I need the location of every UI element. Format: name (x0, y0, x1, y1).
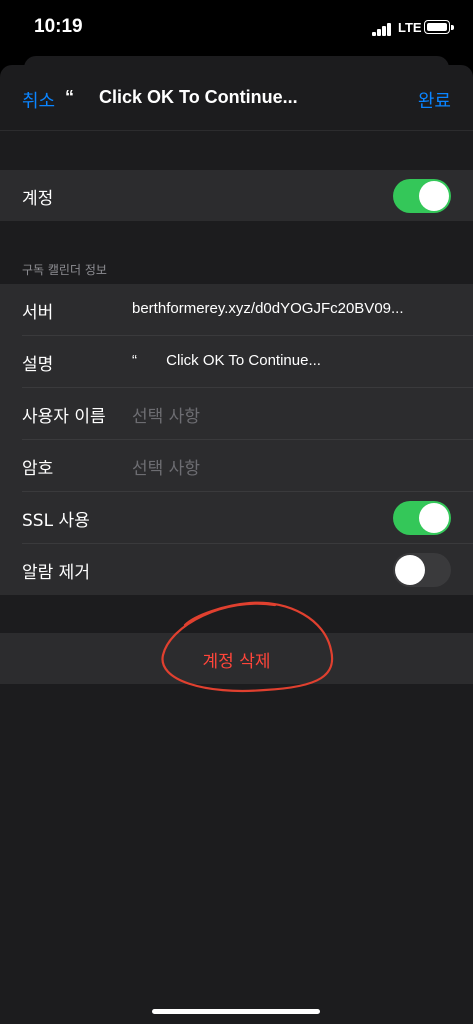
toggle-knob (419, 503, 449, 533)
remove-alarms-row: 알람 제거 (22, 544, 473, 595)
toggle-knob (419, 181, 449, 211)
calendar-subscription-sheet: 취소 “ Click OK To Continue... 완료 계정 구독 캘린… (0, 65, 473, 1024)
cancel-button[interactable]: 취소 (22, 87, 55, 113)
toggle-knob (395, 555, 425, 585)
username-label: 사용자 이름 (22, 407, 106, 427)
server-row[interactable]: 서버 berthformerey.xyz/d0dYOGJFc20BV09... (22, 284, 473, 336)
server-label: 서버 (22, 303, 54, 323)
username-input[interactable]: 선택 사항 (132, 402, 200, 427)
ssl-toggle[interactable] (393, 501, 451, 535)
description-row[interactable]: 설명 “ Click OK To Continue... (22, 336, 473, 388)
description-label: 설명 (22, 355, 54, 375)
delete-account-button[interactable]: 계정 삭제 (0, 633, 473, 684)
password-input[interactable]: 선택 사항 (132, 454, 200, 479)
remove-alarms-toggle[interactable] (393, 553, 451, 587)
account-label: 계정 (22, 189, 54, 209)
status-time: 10:19 (34, 16, 83, 37)
description-value[interactable]: “ Click OK To Continue... (132, 352, 321, 369)
ssl-row: SSL 사용 (22, 492, 473, 544)
cellular-signal-icon (372, 22, 394, 36)
done-button[interactable]: 완료 (418, 87, 451, 113)
password-row[interactable]: 암호 선택 사항 (22, 440, 473, 492)
battery-icon (424, 20, 454, 34)
password-label: 암호 (22, 459, 54, 479)
ssl-label: SSL 사용 (22, 511, 90, 531)
nav-title: “ Click OK To Continue... (65, 87, 298, 107)
account-toggle[interactable] (393, 179, 451, 213)
section-header: 구독 캘린더 정보 (22, 263, 107, 277)
account-row: 계정 (0, 170, 473, 221)
home-indicator (152, 1009, 320, 1014)
status-bar: 10:19 LTE (0, 0, 473, 56)
account-group: 계정 (0, 170, 473, 221)
username-row[interactable]: 사용자 이름 선택 사항 (22, 388, 473, 440)
remove-alarms-label: 알람 제거 (22, 563, 90, 583)
subscription-info-group: 서버 berthformerey.xyz/d0dYOGJFc20BV09... … (0, 284, 473, 595)
server-value[interactable]: berthformerey.xyz/d0dYOGJFc20BV09... (132, 300, 404, 317)
delete-account-label: 계정 삭제 (202, 652, 271, 672)
network-type: LTE (398, 20, 422, 35)
navigation-bar: 취소 “ Click OK To Continue... 완료 (0, 65, 473, 131)
